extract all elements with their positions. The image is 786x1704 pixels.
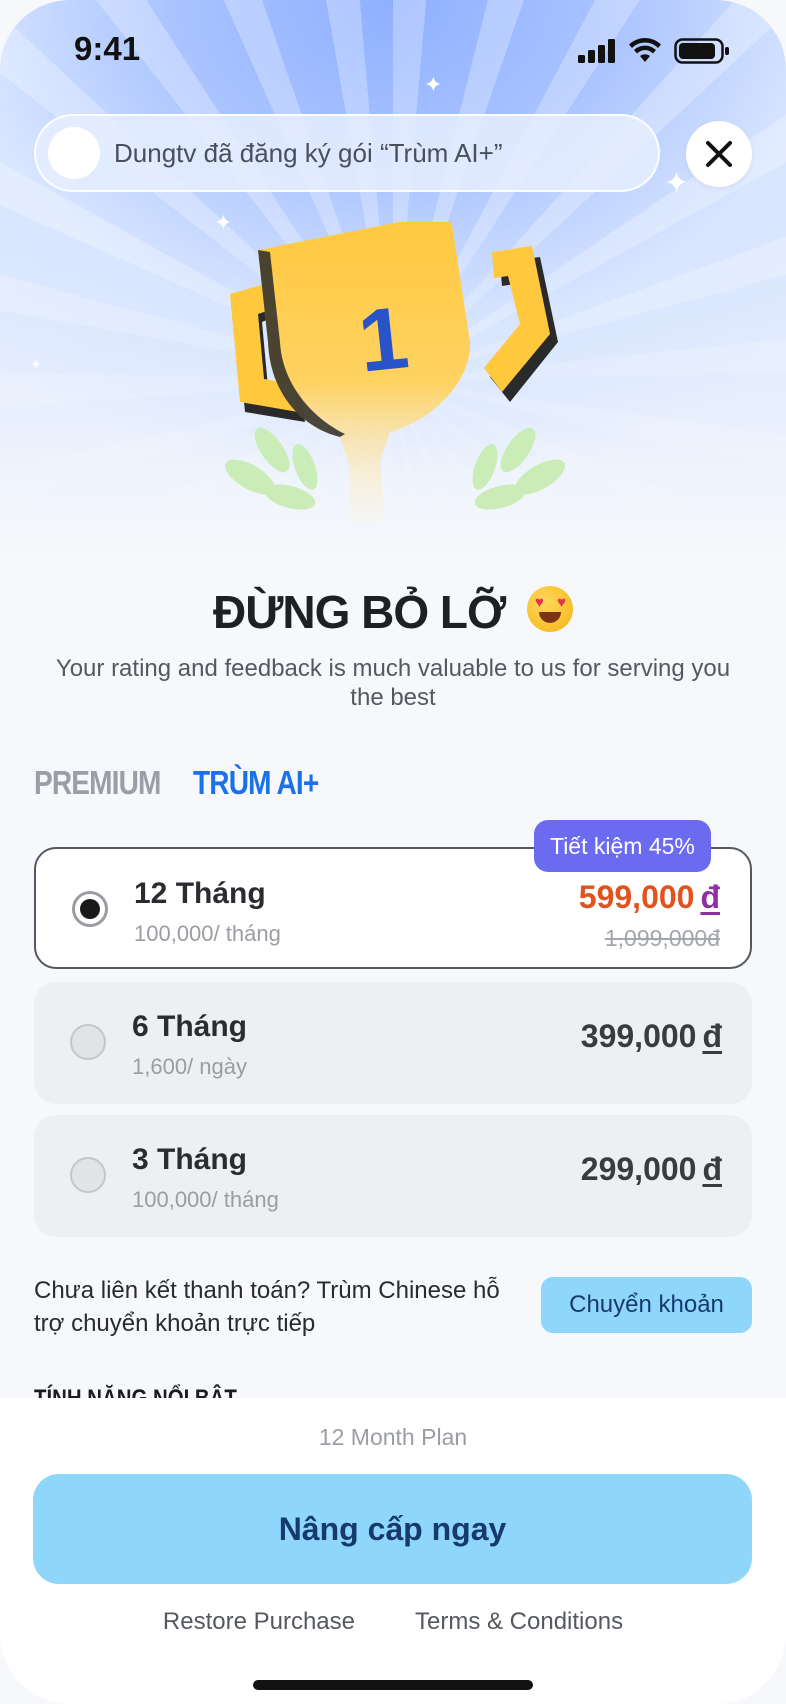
plan-price: 399,000 đ [581,1018,722,1055]
restore-purchase-link[interactable]: Restore Purchase [163,1608,355,1636]
plan-price: 599,000 đ [579,879,720,916]
plan-unit-price: 100,000/ tháng [134,921,281,946]
trophy-icon: 1 [225,222,565,522]
signal-icon [578,39,615,63]
plan-radio[interactable] [70,1024,106,1060]
subscription-notification: Dungtv đã đăng ký gói “Trùm AI+” [34,114,660,192]
terms-link[interactable]: Terms & Conditions [415,1608,623,1636]
heart-eyes-emoji-icon [527,586,574,632]
plan-radio[interactable] [72,891,108,927]
sparkle-icon: ✦ [664,167,690,200]
plan-price-currency: đ [702,1151,722,1187]
page-title-text: ĐỪNG BỎ LỠ [212,586,506,638]
plan-name: 6 Tháng [132,1010,248,1043]
bank-transfer-button[interactable]: Chuyển khoản [541,1277,752,1333]
sparkle-icon: ✦ [30,356,42,372]
plan-price: 299,000 đ [581,1151,722,1188]
avatar [48,127,100,179]
plan-card-6-months[interactable]: 6 Tháng 1,600/ ngày 399,000 đ [34,982,752,1104]
plan-price-value: 599,000 [578,879,695,915]
bottom-sheet: 12 Month Plan Nâng cấp ngay Restore Purc… [0,1398,786,1704]
plan-name: 12 Tháng [134,877,266,910]
tab-trum-ai-plus[interactable]: TRÙM AI+ [193,764,319,802]
plan-unit-price: 100,000/ tháng [132,1187,279,1212]
selected-plan-caption: 12 Month Plan [318,1424,468,1450]
footer-links: Restore Purchase Terms & Conditions [0,1608,786,1636]
plan-price-currency: đ [702,1018,722,1054]
plan-price-value: 299,000 [580,1151,697,1187]
status-icons [578,38,730,64]
phone-screen: 9:41 Dungtv đã đăng ký gói “Trùm AI+” ✦ … [0,0,786,1704]
close-button[interactable] [686,121,752,187]
close-icon [706,141,732,167]
status-time: 9:41 [74,30,141,67]
upgrade-button[interactable]: Nâng cấp ngay [33,1474,752,1584]
plan-tabs: PREMIUM TRÙM AI+ [34,764,340,802]
plan-card-3-months[interactable]: 3 Tháng 100,000/ tháng 299,000 đ [34,1115,752,1237]
home-indicator [253,1680,533,1690]
plan-old-price: 1,099,000đ [604,925,720,951]
wifi-icon [629,38,661,62]
laurel-leaves [225,427,565,510]
sparkle-icon: ✦ [424,72,443,97]
page-title: ĐỪNG BỎ LỠ [0,585,786,639]
plan-price-currency: đ [700,879,720,915]
bank-transfer-note: Chưa liên kết thanh toán? Trùm Chinese h… [34,1277,500,1337]
plan-unit-price: 1,600/ ngày [132,1054,247,1079]
plan-radio[interactable] [70,1157,106,1193]
battery-icon [674,38,729,64]
savings-badge: Tiết kiệm 45% [534,820,711,872]
plan-price-value: 399,000 [580,1018,697,1054]
plan-name: 3 Tháng [132,1143,248,1176]
notification-text: Dungtv đã đăng ký gói “Trùm AI+” [114,137,503,168]
trophy-number: 1 [354,287,413,391]
tab-premium[interactable]: PREMIUM [34,764,161,802]
page-subtitle: Your rating and feedback is much valuabl… [55,655,731,711]
features-heading: TÍNH NĂNG NỔI BẬT [34,1380,237,1398]
